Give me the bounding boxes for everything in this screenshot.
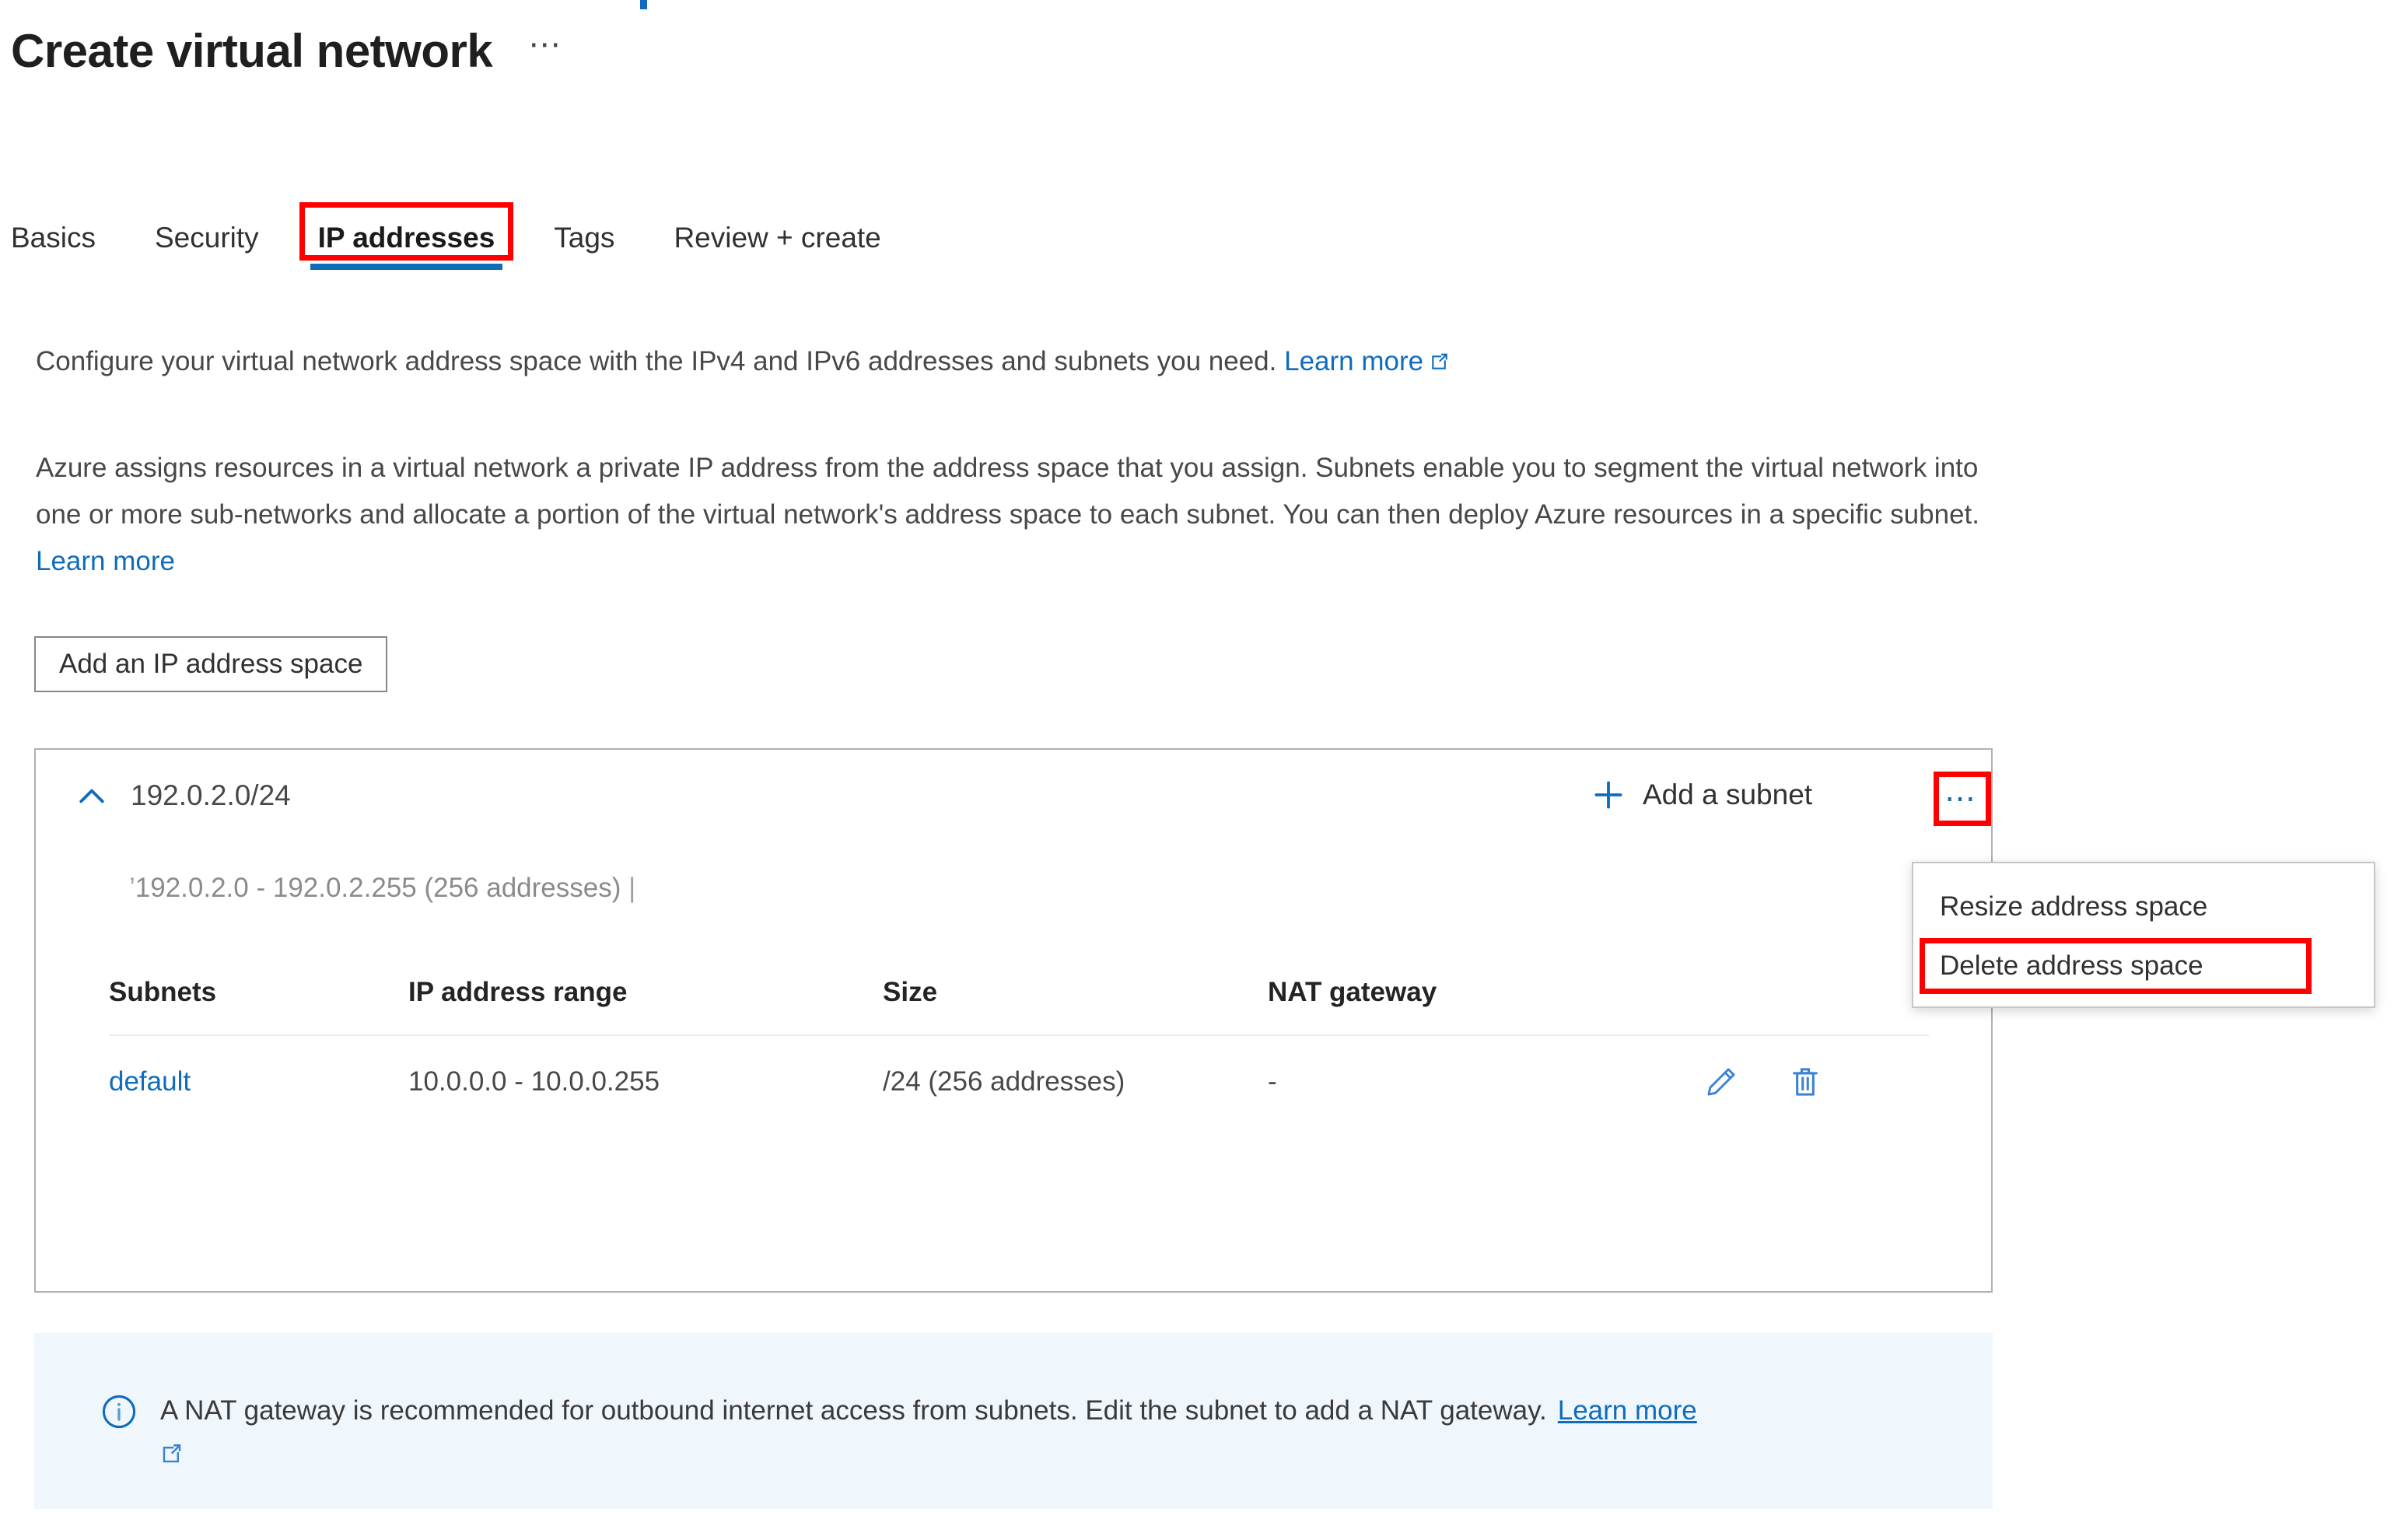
table-row: default 10.0.0.0 - 10.0.0.255 /24 (256 a… — [109, 1036, 1929, 1128]
wizard-tabs: Basics Security IP addresses Tags Review… — [11, 202, 911, 270]
tab-ip-addresses-label: IP addresses — [317, 222, 495, 254]
tab-tags-label: Tags — [554, 222, 615, 254]
column-header-ip-address-range: IP address range — [408, 977, 628, 1007]
info-banner-learn-more-link[interactable]: Learn more — [1558, 1395, 1697, 1426]
description-text-body: Azure assigns resources in a virtual net… — [36, 453, 1979, 530]
menu-item-delete-address-space[interactable]: Delete address space — [1913, 936, 2374, 996]
column-header-nat-gateway: NAT gateway — [1268, 977, 1437, 1007]
cell-subnet-name: default — [109, 1066, 408, 1097]
clipped-top-element — [640, 0, 647, 9]
info-banner-learn-more-label: Learn more — [1557, 1395, 1697, 1426]
intro-learn-more-label: Learn more — [1284, 346, 1424, 376]
chevron-up-icon[interactable] — [75, 779, 109, 814]
tab-review-create-label: Review + create — [674, 222, 881, 254]
plus-icon — [1591, 778, 1626, 812]
subnet-name-link[interactable]: default — [109, 1066, 191, 1097]
address-space-context-menu: Resize address space Delete address spac… — [1912, 862, 2375, 1008]
address-space-overflow-button[interactable]: ⋯ — [1934, 772, 1991, 826]
column-header-subnets: Subnets — [109, 977, 217, 1007]
page-title: Create virtual network — [11, 25, 493, 77]
address-space-header: 192.0.2.0/24 Add a subnet ⋯ — [36, 750, 1991, 851]
ellipsis-icon: ⋯ — [1944, 782, 1980, 816]
add-a-subnet-button[interactable]: Add a subnet — [1591, 778, 1812, 812]
page-header: Create virtual network ⋯ — [11, 28, 563, 75]
subnets-table: Subnets IP address range Size NAT gatewa… — [109, 950, 1929, 1128]
description-learn-more-link[interactable]: Learn more — [36, 546, 175, 576]
description-text: Azure assigns resources in a virtual net… — [36, 445, 2015, 585]
menu-item-resize-address-space[interactable]: Resize address space — [1913, 877, 2374, 936]
subnets-table-header: Subnets IP address range Size NAT gatewa… — [109, 950, 1929, 1036]
trash-icon[interactable] — [1787, 1064, 1823, 1100]
menu-item-delete-address-space-label: Delete address space — [1940, 950, 2203, 981]
column-header-size: Size — [883, 977, 938, 1007]
tab-ip-addresses[interactable]: IP addresses — [289, 202, 525, 270]
info-banner-text: A NAT gateway is recommended for outboun… — [160, 1391, 1934, 1431]
tab-basics-label: Basics — [11, 222, 96, 254]
cell-nat-gateway: - — [1268, 1066, 1277, 1097]
description-learn-more-label: Learn more — [36, 546, 175, 576]
menu-item-resize-address-space-label: Resize address space — [1940, 891, 2208, 922]
add-a-subnet-label: Add a subnet — [1643, 779, 1813, 810]
cell-row-actions — [1703, 1064, 1929, 1100]
intro-text: Configure your virtual network address s… — [36, 342, 1450, 382]
tab-security[interactable]: Security — [125, 214, 289, 270]
intro-learn-more-link[interactable]: Learn more — [1284, 346, 1423, 376]
address-space-card: 192.0.2.0/24 Add a subnet ⋯ ’192.0.2.0 -… — [34, 748, 1993, 1293]
pencil-icon[interactable] — [1703, 1064, 1739, 1100]
cell-ip-address-range: 10.0.0.0 - 10.0.0.255 — [408, 1066, 660, 1097]
info-circle-icon — [100, 1392, 138, 1431]
address-space-range-text: 192.0.2.0 - 192.0.2.255 (256 addresses) — [135, 873, 621, 903]
tab-basics[interactable]: Basics — [11, 214, 125, 270]
intro-text-body: Configure your virtual network address s… — [36, 346, 1277, 376]
external-link-icon — [1430, 352, 1450, 372]
address-space-name: 192.0.2.0/24 — [131, 779, 291, 811]
external-link-icon[interactable] — [160, 1442, 184, 1465]
page-more-menu-icon[interactable]: ⋯ — [528, 28, 563, 75]
tab-security-label: Security — [154, 222, 259, 254]
tab-tags[interactable]: Tags — [524, 214, 644, 270]
nat-gateway-info-banner: A NAT gateway is recommended for outboun… — [34, 1333, 1993, 1509]
add-ip-address-space-button[interactable]: Add an IP address space — [34, 636, 388, 692]
address-space-range: ’192.0.2.0 - 192.0.2.255 (256 addresses)… — [129, 873, 636, 903]
tab-review-create[interactable]: Review + create — [644, 214, 910, 270]
add-ip-address-space-label: Add an IP address space — [59, 649, 363, 679]
cell-size: /24 (256 addresses) — [883, 1066, 1125, 1097]
info-banner-body: A NAT gateway is recommended for outboun… — [160, 1395, 1547, 1426]
